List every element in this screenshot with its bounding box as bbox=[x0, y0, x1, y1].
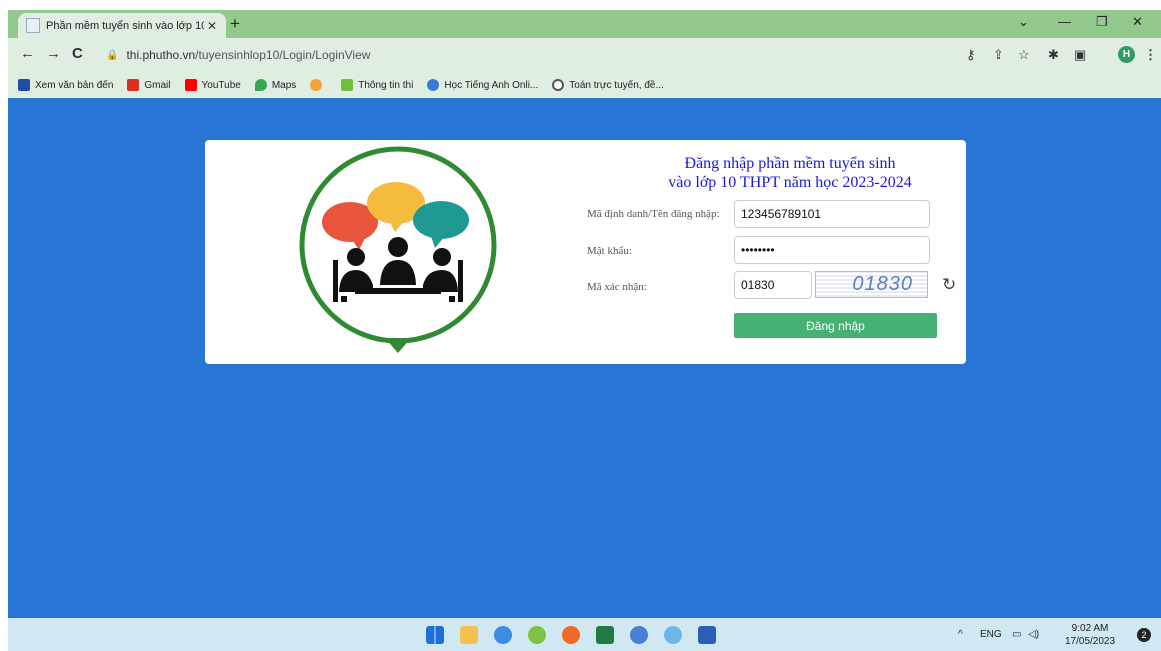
screen: Phần mềm tuyển sinh vào lớp 10 ✕ + ⌄ — ❐… bbox=[0, 0, 1161, 651]
browser-toolbar: ← → C 🔒 thi.phutho.vn/tuyensinhlop10/Log… bbox=[8, 38, 1161, 72]
timer-icon bbox=[552, 79, 565, 91]
refresh-captcha-icon[interactable]: ↻ bbox=[942, 275, 956, 295]
bookmark-icon bbox=[18, 79, 30, 91]
bookmark-star-icon[interactable]: ☆ bbox=[1018, 47, 1030, 63]
captcha-input[interactable]: 01830 bbox=[734, 271, 812, 299]
forward-icon[interactable]: → bbox=[46, 45, 61, 62]
url-path: /tuyensinhlop10/Login/LoginView bbox=[195, 48, 371, 62]
reload-icon[interactable]: C bbox=[72, 45, 83, 62]
bookmark-item[interactable]: Học Tiếng Anh Onli... bbox=[427, 79, 538, 91]
browser-tabstrip: Phần mềm tuyển sinh vào lớp 10 ✕ + ⌄ — ❐… bbox=[8, 10, 1161, 38]
extensions-icon[interactable]: ✱ bbox=[1048, 47, 1059, 63]
bookmark-icon bbox=[310, 79, 323, 91]
password-input[interactable]: •••••••• bbox=[734, 236, 930, 264]
login-button[interactable]: Đăng nhập bbox=[734, 313, 937, 338]
url-host: thi.phutho.vn bbox=[126, 48, 196, 62]
bookmarks-bar: Xem văn bản đến Gmail YouTube Maps Thông… bbox=[8, 72, 1161, 98]
clock-time: 9:02 AM bbox=[1071, 623, 1109, 634]
tab-title: Phần mềm tuyển sinh vào lớp 10 bbox=[46, 19, 204, 32]
login-heading: Đăng nhập phần mềm tuyển sinh vào lớp 10… bbox=[625, 154, 955, 192]
bookmark-item[interactable]: Xem văn bản đến bbox=[18, 79, 113, 91]
bookmark-item[interactable]: YouTube bbox=[184, 79, 241, 91]
tab-search-icon[interactable]: ⌄ bbox=[1018, 14, 1029, 30]
bookmark-item[interactable] bbox=[310, 79, 327, 91]
start-icon[interactable] bbox=[426, 626, 444, 644]
chrome-icon[interactable] bbox=[494, 626, 512, 644]
gmail-icon bbox=[127, 79, 140, 91]
profile-avatar[interactable]: H bbox=[1118, 46, 1135, 63]
network-icon[interactable]: ▭ bbox=[1012, 629, 1021, 640]
maps-icon bbox=[254, 79, 267, 91]
password-key-icon[interactable]: ⚷ bbox=[966, 47, 976, 63]
bookmark-item[interactable]: Gmail bbox=[127, 79, 171, 91]
password-label: Mật khẩu: bbox=[587, 245, 632, 257]
clock-date: 17/05/2023 bbox=[1065, 636, 1116, 647]
lock-icon: 🔒 bbox=[106, 49, 119, 61]
volume-icon[interactable]: ◁) bbox=[1028, 629, 1039, 640]
page-favicon-icon bbox=[26, 18, 40, 33]
address-bar[interactable]: 🔒 thi.phutho.vn/tuyensinhlop10/Login/Log… bbox=[106, 43, 906, 67]
bookmark-icon bbox=[341, 79, 354, 91]
username-label: Mã định danh/Tên đăng nhập: bbox=[587, 208, 720, 220]
minimize-icon[interactable]: — bbox=[1058, 14, 1071, 29]
new-tab-button[interactable]: + bbox=[230, 14, 240, 34]
back-icon[interactable]: ← bbox=[20, 45, 35, 62]
bookmark-item[interactable]: Maps bbox=[254, 79, 296, 91]
app-icon[interactable] bbox=[664, 626, 682, 644]
firefox-icon[interactable] bbox=[562, 626, 580, 644]
heading-line-2: vào lớp 10 THPT năm học 2023-2024 bbox=[668, 174, 912, 191]
close-window-icon[interactable]: ✕ bbox=[1132, 14, 1143, 30]
clock[interactable]: 9:02 AM 17/05/2023 bbox=[1065, 622, 1115, 648]
language-indicator[interactable]: ENG bbox=[980, 629, 1002, 640]
excel-icon[interactable] bbox=[596, 626, 614, 644]
side-panel-icon[interactable]: ▣ bbox=[1074, 47, 1086, 63]
captcha-image: 01830 bbox=[815, 271, 928, 298]
chrome-profile-icon[interactable] bbox=[630, 626, 648, 644]
bookmark-item[interactable]: Thông tin thi bbox=[341, 79, 413, 91]
username-input[interactable]: 123456789101 bbox=[734, 200, 930, 228]
word-icon[interactable] bbox=[698, 626, 716, 644]
bookmark-item[interactable]: Toán trực tuyến, đề... bbox=[552, 79, 664, 91]
browser-tab[interactable]: Phần mềm tuyển sinh vào lớp 10 ✕ bbox=[18, 13, 226, 38]
page-background: Đăng nhập phần mềm tuyển sinh vào lớp 10… bbox=[8, 98, 1161, 618]
share-icon[interactable]: ⇪ bbox=[993, 47, 1004, 63]
file-explorer-icon[interactable] bbox=[460, 626, 478, 644]
windows-taskbar: ^ ENG ▭ ◁) 9:02 AM 17/05/2023 2 bbox=[8, 618, 1161, 651]
notification-badge[interactable]: 2 bbox=[1137, 628, 1151, 642]
restore-icon[interactable]: ❐ bbox=[1096, 14, 1108, 30]
youtube-icon bbox=[184, 79, 197, 91]
captcha-label: Mã xác nhận: bbox=[587, 281, 647, 293]
login-card: Đăng nhập phần mềm tuyển sinh vào lớp 10… bbox=[205, 140, 966, 364]
tray-chevron-icon[interactable]: ^ bbox=[958, 629, 963, 640]
globe-icon bbox=[427, 79, 440, 91]
discussion-logo-icon bbox=[299, 146, 497, 353]
heading-line-1: Đăng nhập phần mềm tuyển sinh bbox=[684, 155, 896, 172]
coccoc-icon[interactable] bbox=[528, 626, 546, 644]
close-tab-icon[interactable]: ✕ bbox=[204, 19, 220, 33]
menu-icon[interactable]: ⋮ bbox=[1144, 47, 1157, 63]
